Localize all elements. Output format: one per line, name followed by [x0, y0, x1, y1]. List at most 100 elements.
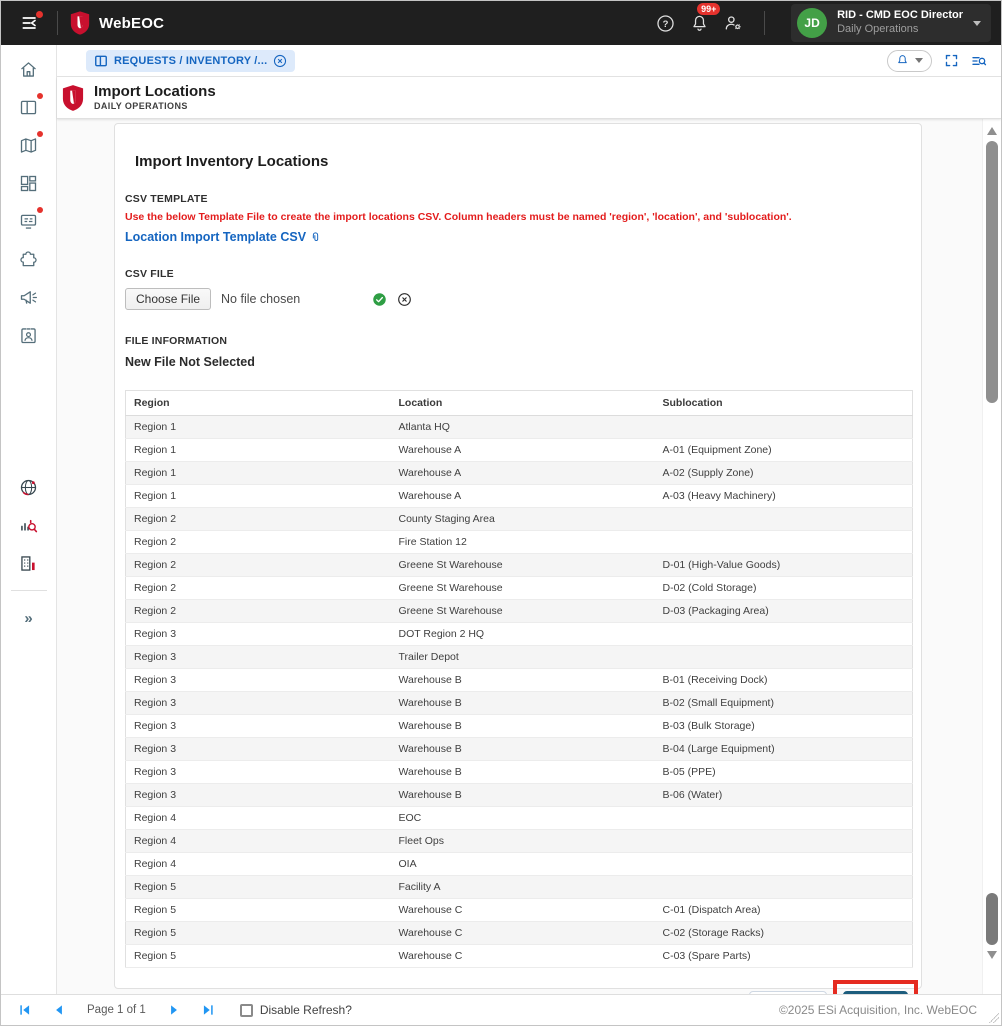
choose-file-button[interactable]: Choose File — [125, 288, 211, 310]
table-cell: Region 5 — [126, 945, 391, 968]
sidebar-item-global-view[interactable] — [10, 468, 48, 506]
scrollbar-thumb[interactable] — [986, 141, 998, 403]
table-cell: Region 5 — [126, 899, 391, 922]
table-cell: EOC — [391, 807, 655, 830]
table-row: Region 1Warehouse AA-02 (Supply Zone) — [126, 462, 913, 485]
sidebar-item-facilities[interactable] — [10, 544, 48, 582]
clear-file-icon[interactable] — [397, 292, 412, 307]
sidebar-item-search-analytics[interactable] — [10, 506, 48, 544]
webeoc-shield-logo — [70, 10, 90, 36]
template-csv-link[interactable]: Location Import Template CSV — [125, 230, 911, 244]
scroll-up-arrow[interactable] — [987, 127, 997, 135]
sidebar-expand-button[interactable]: » — [10, 599, 48, 637]
sidebar-item-announcements[interactable] — [10, 278, 48, 316]
table-cell: County Staging Area — [391, 508, 655, 531]
sidebar-item-boards[interactable] — [10, 88, 48, 126]
vertical-scrollbar[interactable] — [982, 119, 1001, 995]
file-information-label: FILE INFORMATION — [125, 335, 911, 347]
next-page-button[interactable] — [164, 1000, 184, 1020]
table-cell: Region 3 — [126, 715, 391, 738]
sidebar-item-dashboards[interactable] — [10, 164, 48, 202]
alerts-dropdown-button[interactable] — [887, 50, 932, 72]
page-header: Import Locations DAILY OPERATIONS — [57, 77, 1001, 119]
tab-close-icon[interactable] — [273, 54, 287, 68]
puzzle-icon — [18, 249, 39, 270]
disable-refresh-checkbox[interactable] — [240, 1004, 253, 1017]
first-page-button[interactable] — [15, 1000, 35, 1020]
table-cell: C-01 (Dispatch Area) — [655, 899, 913, 922]
scroll-down-arrow[interactable] — [987, 951, 997, 959]
previous-page-button[interactable] — [49, 1000, 69, 1020]
table-cell: D-03 (Packaging Area) — [655, 600, 913, 623]
sidebar-item-plugins[interactable] — [10, 240, 48, 278]
sidebar-item-control-panel[interactable] — [10, 202, 48, 240]
table-row: Region 3Warehouse BB-06 (Water) — [126, 784, 913, 807]
last-page-button[interactable] — [198, 1000, 218, 1020]
page-subtitle: DAILY OPERATIONS — [94, 101, 216, 112]
column-header-sublocation: Sublocation — [655, 391, 913, 416]
tab-bar-actions — [887, 50, 987, 72]
table-cell: Region 2 — [126, 508, 391, 531]
control-panel-notification-dot — [37, 207, 43, 213]
table-cell: Region 2 — [126, 600, 391, 623]
table-cell: Facility A — [391, 876, 655, 899]
table-cell: Region 1 — [126, 485, 391, 508]
table-cell: Region 2 — [126, 531, 391, 554]
copyright-text: ©2025 ESi Acquisition, Inc. WebEOC — [779, 1003, 977, 1017]
paperclip-icon — [309, 231, 322, 244]
fullscreen-icon[interactable] — [944, 53, 959, 68]
alerts-caret-icon — [915, 58, 923, 63]
user-position: RID - CMD EOC Director — [837, 9, 963, 23]
table-cell: B-05 (PPE) — [655, 761, 913, 784]
table-cell: DOT Region 2 HQ — [391, 623, 655, 646]
table-cell: Warehouse B — [391, 784, 655, 807]
svg-text:?: ? — [662, 19, 668, 30]
form-title: Import Inventory Locations — [135, 153, 911, 170]
help-button[interactable]: ? — [650, 8, 680, 38]
board-tab-icon — [94, 54, 108, 68]
sidebar-item-contacts[interactable] — [10, 316, 48, 354]
table-row: Region 5Warehouse CC-02 (Storage Racks) — [126, 922, 913, 945]
table-cell: Warehouse C — [391, 945, 655, 968]
column-header-location: Location — [391, 391, 655, 416]
resize-handle[interactable] — [989, 1013, 999, 1023]
table-row: Region 2Greene St WarehouseD-01 (High-Va… — [126, 554, 913, 577]
search-records-icon[interactable] — [971, 53, 987, 69]
dashboards-icon — [18, 173, 39, 194]
table-row: Region 1Warehouse AA-01 (Equipment Zone) — [126, 439, 913, 462]
sidebar-divider — [11, 590, 47, 591]
content-area: REQUESTS / INVENTORY /... — [57, 45, 1001, 995]
import-form-card: Import Inventory Locations CSV TEMPLATE … — [114, 123, 922, 989]
left-sidebar: » — [1, 45, 57, 995]
contact-badge-icon — [18, 325, 39, 346]
header-divider-2 — [764, 11, 765, 35]
tab-requests-inventory[interactable]: REQUESTS / INVENTORY /... — [86, 50, 295, 72]
table-cell: Warehouse B — [391, 692, 655, 715]
user-menu[interactable]: JD RID - CMD EOC Director Daily Operatio… — [791, 4, 991, 42]
main-panel: Import Inventory Locations CSV TEMPLATE … — [57, 119, 1001, 995]
table-cell: Atlanta HQ — [391, 416, 655, 439]
user-settings-icon — [723, 13, 743, 33]
scrollbar-thumb-inner[interactable] — [986, 893, 998, 945]
sidebar-item-home[interactable] — [10, 50, 48, 88]
table-cell: Fire Station 12 — [391, 531, 655, 554]
user-admin-button[interactable] — [718, 8, 748, 38]
tab-label: REQUESTS / INVENTORY /... — [114, 55, 267, 67]
board-shield-logo — [62, 84, 84, 112]
table-cell — [655, 646, 913, 669]
control-panel-icon — [18, 211, 39, 232]
notifications-button[interactable]: 99+ — [684, 8, 714, 38]
form-actions: CANCEL SAVE — [125, 980, 918, 995]
table-row: Region 2County Staging Area — [126, 508, 913, 531]
table-cell: B-04 (Large Equipment) — [655, 738, 913, 761]
footer-bar: Page 1 of 1 Disable Refresh? ©2025 ESi A… — [1, 994, 1001, 1025]
file-information-section: FILE INFORMATION New File Not Selected — [125, 335, 911, 369]
menu-toggle-button[interactable] — [15, 8, 45, 38]
table-cell: Greene St Warehouse — [391, 600, 655, 623]
boards-notification-dot — [37, 93, 43, 99]
sidebar-item-maps[interactable] — [10, 126, 48, 164]
table-cell: Warehouse A — [391, 462, 655, 485]
table-cell: Region 3 — [126, 738, 391, 761]
user-incident: Daily Operations — [837, 23, 963, 37]
table-cell: Warehouse B — [391, 761, 655, 784]
